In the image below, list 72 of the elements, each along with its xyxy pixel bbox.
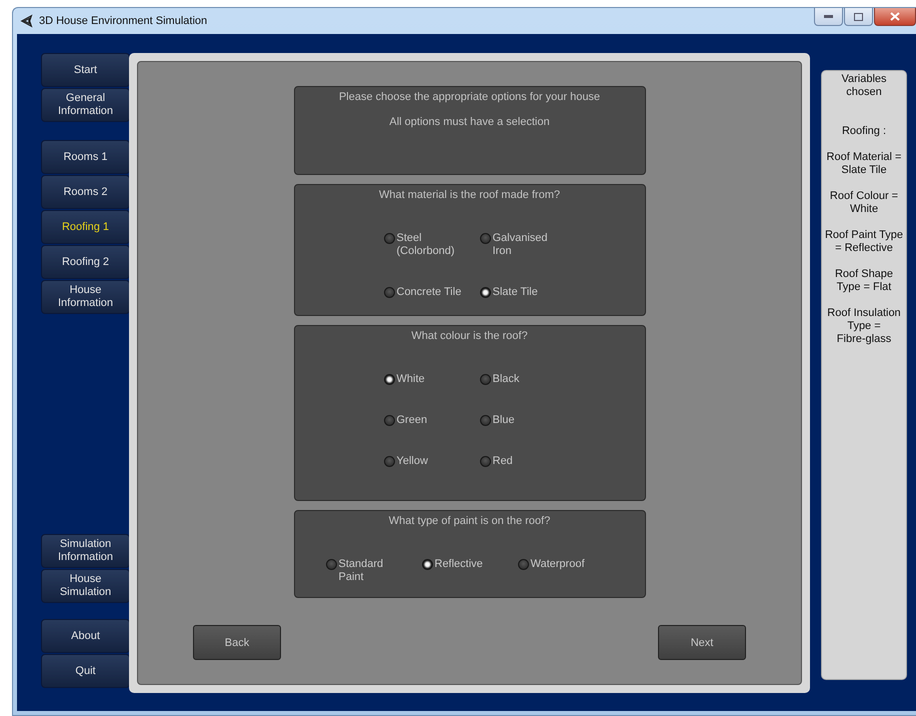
option-label: Black	[492, 373, 520, 386]
variable-text: Roof Insulation Type = Fibre-glass	[826, 307, 902, 346]
radio-button[interactable]	[480, 287, 490, 298]
maximize-icon	[854, 12, 863, 20]
panel-title: Variables chosen	[840, 73, 888, 99]
radio-option[interactable]: Yellow	[384, 455, 480, 468]
option-label: Concrete Tile	[396, 286, 462, 299]
radio-button[interactable]	[326, 559, 336, 570]
radio-option[interactable]: Standard Paint	[326, 558, 422, 584]
radio-button[interactable]	[480, 233, 490, 244]
radio-option[interactable]: Slate Tile	[480, 286, 576, 299]
variable-text: Roof Colour = White	[828, 190, 900, 216]
option-label: White	[396, 373, 425, 386]
radio-button[interactable]	[384, 415, 394, 426]
nav-button[interactable]: Quit	[41, 654, 130, 688]
radio-option[interactable]: Black	[480, 373, 576, 386]
radio-button[interactable]	[518, 559, 528, 570]
option-label: Slate Tile	[492, 286, 538, 299]
nav-button[interactable]: Start	[41, 53, 130, 87]
instruction-note: All options must have a selection	[388, 116, 551, 128]
close-icon	[890, 12, 900, 21]
close-button[interactable]	[874, 8, 916, 26]
nav-button[interactable]: Roofing 2	[41, 245, 130, 279]
radio-option[interactable]: White	[384, 373, 480, 386]
window-title: 3D House Environment Simulation	[39, 15, 208, 27]
next-button[interactable]: Next	[658, 625, 746, 660]
option-label: Green	[396, 414, 428, 427]
radio-button[interactable]	[384, 374, 394, 385]
option-label: Blue	[492, 414, 515, 427]
option-label: Standard Paint	[338, 558, 384, 584]
maximize-button[interactable]	[844, 8, 873, 26]
minimize-icon	[824, 15, 833, 18]
nav-button[interactable]: House Simulation	[41, 569, 130, 603]
minimize-button[interactable]	[814, 8, 843, 26]
option-label: Red	[492, 455, 513, 468]
radio-button[interactable]	[384, 233, 394, 244]
nav-button[interactable]: Rooms 2	[41, 175, 130, 209]
radio-option[interactable]: Blue	[480, 414, 576, 427]
variable-text: Roofing :	[840, 125, 888, 138]
radio-button[interactable]	[384, 287, 394, 298]
question-text: What material is the roof made from?	[378, 188, 561, 202]
nav-button[interactable]: General Information	[41, 88, 130, 122]
option-label: Waterproof	[530, 558, 585, 571]
nav-button[interactable]: Roofing 1	[41, 210, 130, 244]
radio-option[interactable]: Galvanised Iron	[480, 232, 576, 258]
nav-button[interactable]: About	[41, 619, 130, 653]
question-text: What colour is the roof?	[410, 329, 529, 343]
radio-option[interactable]: Green	[384, 414, 480, 427]
radio-button[interactable]	[480, 374, 490, 385]
option-label: Reflective	[434, 558, 483, 571]
option-label: Galvanised Iron	[492, 232, 548, 258]
radio-button[interactable]	[384, 456, 394, 467]
radio-option[interactable]: Reflective	[422, 558, 518, 584]
app-logo-icon	[20, 14, 34, 28]
radio-button[interactable]	[422, 559, 432, 570]
variable-text: Roof Shape Type = Flat	[834, 268, 894, 294]
radio-option[interactable]: Waterproof	[518, 558, 614, 584]
back-button[interactable]: Back	[193, 625, 281, 660]
nav-button[interactable]: House Information	[41, 280, 130, 314]
radio-option[interactable]: Steel (Colorbond)	[384, 232, 480, 258]
radio-button[interactable]	[480, 456, 490, 467]
variable-text: Roof Material = Slate Tile	[826, 151, 902, 177]
option-label: Yellow	[396, 455, 428, 468]
question-text: What type of paint is on the roof?	[388, 514, 552, 528]
option-label: Steel (Colorbond)	[396, 232, 455, 258]
nav-button[interactable]: Simulation Information	[41, 534, 130, 568]
variable-text: Roof Paint Type = Reflective	[824, 229, 904, 255]
radio-option[interactable]: Concrete Tile	[384, 286, 480, 299]
radio-option[interactable]: Red	[480, 455, 576, 468]
radio-button[interactable]	[480, 415, 490, 426]
instruction-text: Please choose the appropriate options for your house	[338, 90, 602, 104]
nav-button[interactable]: Rooms 1	[41, 140, 130, 174]
